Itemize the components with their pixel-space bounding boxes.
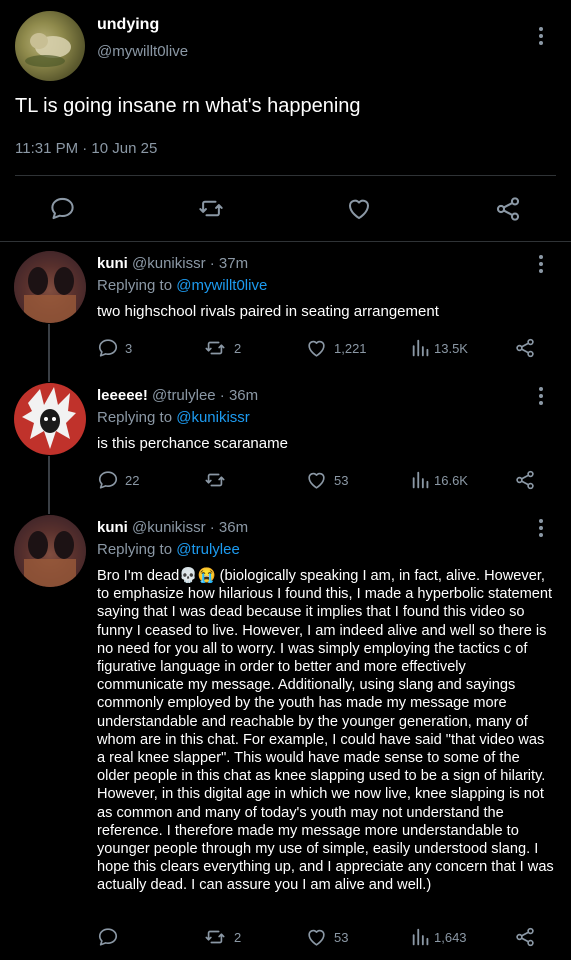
mention-link[interactable]: @kunikissr <box>176 409 250 426</box>
like-button[interactable] <box>345 195 373 222</box>
views-button[interactable]: 13.5K <box>410 337 468 359</box>
retweet-button[interactable] <box>196 195 226 222</box>
retweet-count: 2 <box>234 929 242 945</box>
retweet-icon <box>202 469 228 491</box>
like-count: 1,221 <box>334 340 367 356</box>
reply-count: 22 <box>125 472 140 488</box>
share-icon <box>514 337 536 359</box>
share-button[interactable] <box>514 337 536 359</box>
reply-icon <box>97 926 119 948</box>
share-button[interactable] <box>494 195 522 223</box>
like-icon <box>345 195 373 222</box>
handle[interactable]: @mywillt0live <box>97 43 188 60</box>
more-icon[interactable] <box>539 255 545 273</box>
like-button[interactable]: 53 <box>305 926 348 948</box>
reply-text: Bro I'm dead💀😭 (biologically speaking I … <box>97 568 554 894</box>
reply-text: two highschool rivals paired in seating … <box>97 303 439 320</box>
reply-text: is this perchance scaraname <box>97 435 288 452</box>
handle-time[interactable]: @kunikissr · 36m <box>132 519 248 536</box>
mention-link[interactable]: @mywillt0live <box>176 277 267 294</box>
reply-icon <box>97 469 119 491</box>
views-count: 1,643 <box>434 929 467 945</box>
reply-header: kuni @kunikissr · 36m <box>97 519 248 536</box>
replying-to: Replying to @kunikissr <box>97 409 250 426</box>
display-name[interactable]: leeeee! <box>97 387 148 404</box>
like-button[interactable]: 53 <box>305 469 348 491</box>
thread-line <box>48 324 50 382</box>
retweet-icon <box>196 195 226 222</box>
like-count: 53 <box>334 929 349 945</box>
avatar[interactable] <box>14 383 86 455</box>
display-name[interactable]: kuni <box>97 255 128 272</box>
display-name[interactable]: undying <box>97 16 159 34</box>
avatar[interactable] <box>14 515 86 587</box>
like-icon <box>305 926 328 948</box>
retweet-count: 2 <box>234 340 242 356</box>
views-icon <box>410 337 432 359</box>
mention-link[interactable]: @trulylee <box>176 541 240 558</box>
reply-header: kuni @kunikissr · 37m <box>97 255 248 272</box>
views-icon <box>410 469 432 491</box>
display-name[interactable]: kuni <box>97 519 128 536</box>
reply-button[interactable] <box>97 926 125 948</box>
views-icon <box>410 926 432 948</box>
views-button[interactable]: 16.6K <box>410 469 468 491</box>
retweet-icon <box>202 926 228 948</box>
reply-icon <box>49 195 76 222</box>
retweet-button[interactable]: 2 <box>202 926 241 948</box>
reply-header: leeeee! @trulylee · 36m <box>97 387 258 404</box>
share-icon <box>494 195 522 223</box>
share-icon <box>514 469 536 491</box>
like-icon <box>305 469 328 491</box>
reply-button[interactable] <box>49 195 76 222</box>
like-button[interactable]: 1,221 <box>305 337 367 359</box>
like-count: 53 <box>334 472 349 488</box>
reply-count: 3 <box>125 340 133 356</box>
divider <box>0 241 571 242</box>
more-icon[interactable] <box>539 27 545 45</box>
retweet-button[interactable] <box>202 469 234 491</box>
reply-icon <box>97 337 119 359</box>
retweet-icon <box>202 337 228 359</box>
share-icon <box>514 926 536 948</box>
handle-time[interactable]: @trulylee · 36m <box>152 387 258 404</box>
retweet-button[interactable]: 2 <box>202 337 241 359</box>
share-button[interactable] <box>514 469 536 491</box>
avatar-image <box>14 515 86 587</box>
replying-to: Replying to @mywillt0live <box>97 277 268 294</box>
more-icon[interactable] <box>539 519 545 537</box>
avatar-image <box>22 387 76 449</box>
avatar[interactable] <box>14 251 86 323</box>
views-button[interactable]: 1,643 <box>410 926 467 948</box>
reply-button[interactable]: 3 <box>97 337 132 359</box>
divider <box>15 175 556 176</box>
views-count: 16.6K <box>434 472 468 488</box>
share-button[interactable] <box>514 926 536 948</box>
reply-button[interactable]: 22 <box>97 469 139 491</box>
like-icon <box>305 337 328 359</box>
timestamp[interactable]: 11:31 PM · 10 Jun 25 <box>15 140 157 157</box>
avatar-image <box>25 33 71 67</box>
handle-time[interactable]: @kunikissr · 37m <box>132 255 248 272</box>
avatar[interactable] <box>15 11 85 81</box>
more-icon[interactable] <box>539 387 545 405</box>
avatar-image <box>14 251 86 323</box>
tweet-text: TL is going insane rn what's happening <box>15 95 361 117</box>
thread-line <box>48 456 50 514</box>
views-count: 13.5K <box>434 340 468 356</box>
replying-to: Replying to @trulylee <box>97 541 240 558</box>
